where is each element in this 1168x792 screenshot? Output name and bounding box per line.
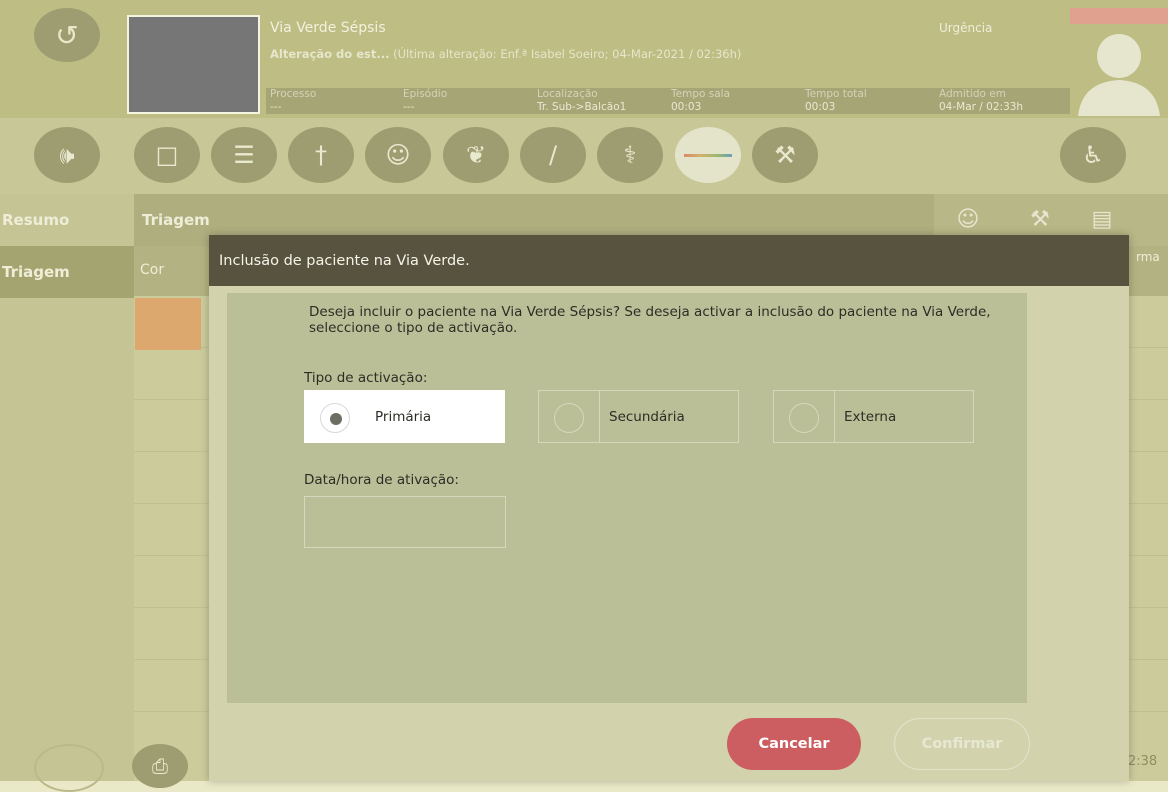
radio-dot-icon [330,413,342,425]
body-icon[interactable]: † [288,127,354,183]
info-admitido: Admitido em 04-Mar / 02:33h [939,88,1024,113]
status-bold: Alteração do est... [270,47,390,61]
lungs-icon[interactable]: ❦ [443,127,509,183]
radio-primaria[interactable] [320,403,350,433]
context-label: Urgência [939,21,993,35]
avatar [1078,34,1160,116]
info-tempo-sala: Tempo sala 00:03 [671,88,731,113]
wrench-icon[interactable]: ⚒ [1018,200,1062,240]
syringe-icon[interactable]: ∕ [520,127,586,183]
triage-scale-icon[interactable] [675,127,741,183]
confirm-button[interactable]: Confirmar [894,718,1030,770]
form-icon[interactable]: ▤ [1080,200,1124,240]
nav-item-triagem[interactable]: Triagem [0,246,134,298]
option-primaria[interactable]: Primária [304,390,505,443]
patient-photo [127,15,260,114]
activation-date-field[interactable] [304,496,506,548]
status-detail: (Última alteração: Enf.ª Isabel Soeiro; … [393,47,742,61]
refresh-icon[interactable]: ↺ [34,8,100,62]
column-right-partial: rma [1136,250,1160,264]
option-externa-label: Externa [844,409,897,425]
bottom-left-button[interactable] [34,744,104,792]
wheelchair-icon[interactable]: ♿ [1060,127,1126,183]
records-icon[interactable]: ☰ [211,127,277,183]
option-secundaria[interactable]: Secundária [538,390,739,443]
pathway-title: Via Verde Sépsis [270,20,386,36]
via-verde-dialog: Inclusão de paciente na Via Verde. Desej… [209,235,1129,781]
doctor-icon[interactable]: ☺ [365,127,431,183]
info-localizacao: Localização Tr. Sub->Balcão1 [537,88,627,113]
option-secundaria-label: Secundária [609,409,685,425]
document-icon[interactable]: □ [134,127,200,183]
nurse-icon[interactable]: ⚕ [597,127,663,183]
status-change: Alteração do est... (Última alteração: E… [270,47,741,61]
doctor-small-icon[interactable]: ☺ [946,200,990,240]
option-externa[interactable]: Externa [773,390,974,443]
activation-type-label: Tipo de activação: [304,370,428,386]
speaker-icon[interactable]: 🕪 [34,127,100,183]
triage-color-cell [135,298,201,350]
info-processo: Processo --- [270,88,317,113]
clock-time: 2:38 [1128,754,1158,769]
walking-icon[interactable]: ⚒ [752,127,818,183]
radio-externa[interactable] [789,403,819,433]
cancel-button[interactable]: Cancelar [727,718,861,770]
info-tempo-total: Tempo total 00:03 [805,88,867,113]
dialog-title: Inclusão de paciente na Via Verde. [209,235,1129,286]
option-primaria-label: Primária [375,409,432,425]
radio-secundaria[interactable] [554,403,584,433]
print-icon[interactable]: ⎙ [132,744,188,788]
column-cor: Cor [140,262,165,278]
activation-date-label: Data/hora de ativação: [304,472,459,488]
nav-item-resumo[interactable]: Resumo [0,194,134,246]
info-episodio: Episódio --- [403,88,448,113]
dialog-question: Deseja incluir o paciente na Via Verde S… [309,304,991,336]
